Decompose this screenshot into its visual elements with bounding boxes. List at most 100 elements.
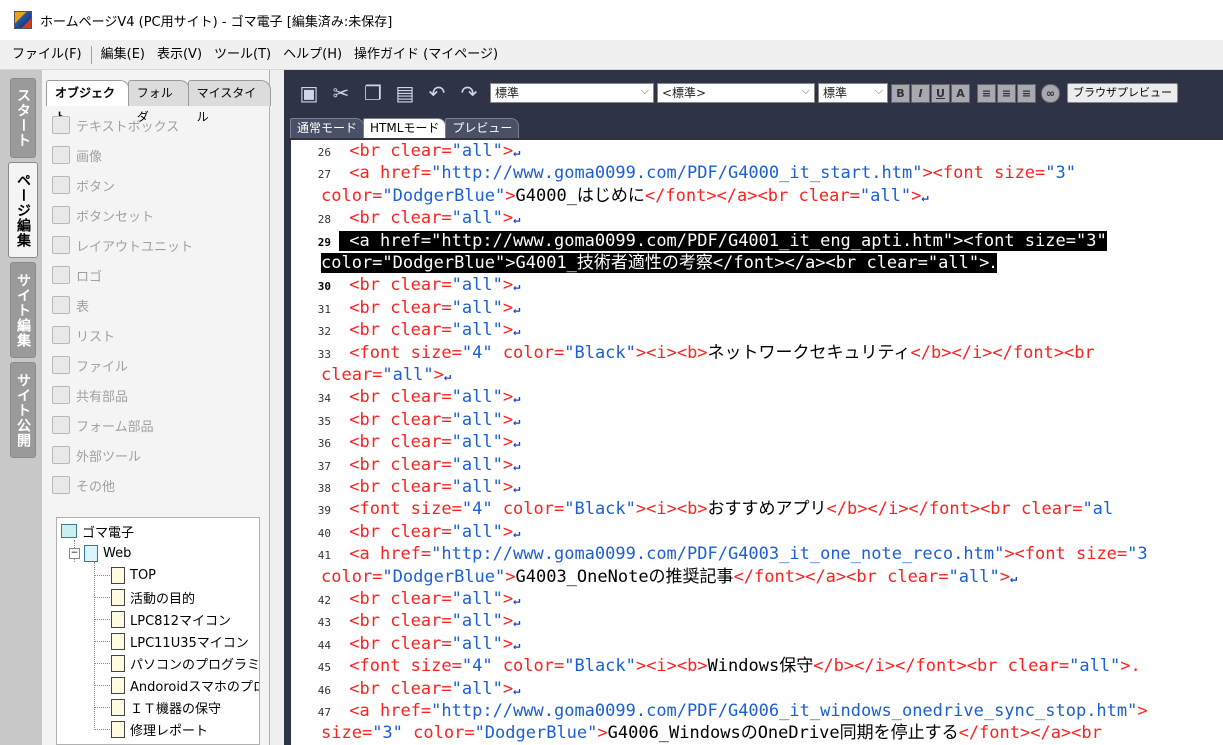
menu-tools[interactable]: ツール(T) xyxy=(208,44,277,66)
code-line[interactable]: 45 <font size="4" color="Black"><i><b>Wi… xyxy=(291,655,1141,677)
object-item[interactable]: ロゴ xyxy=(48,260,260,290)
object-item[interactable]: ファイル xyxy=(48,350,260,380)
object-item[interactable]: 外部ツール xyxy=(48,440,260,470)
code-line[interactable]: 42 <br clear="all">↵ xyxy=(291,588,521,610)
code-line[interactable]: 32 <br clear="all">↵ xyxy=(291,319,521,341)
page-icon xyxy=(111,720,125,738)
code-line[interactable]: 46 <br clear="all">↵ xyxy=(291,678,521,700)
code-line[interactable]: size="3" color="DodgerBlue">G4006_Window… xyxy=(321,722,1102,744)
save-icon[interactable]: ▣ xyxy=(298,82,320,104)
code-line[interactable]: 39 <font size="4" color="Black"><i><b>おす… xyxy=(291,498,1113,520)
menu-bar: ファイル(F) 編集(E) 表示(V) ツール(T) ヘルプ(H) 操作ガイド … xyxy=(0,40,1223,70)
align-right-icon[interactable]: ≡ xyxy=(1017,83,1036,103)
code-line[interactable]: 33 <font size="4" color="Black"><i><b>ネッ… xyxy=(291,342,1095,364)
underline-button[interactable]: U xyxy=(931,83,950,103)
menu-guide[interactable]: 操作ガイド (マイページ) xyxy=(348,44,504,66)
code-token: <font xyxy=(349,656,411,677)
code-token: > xyxy=(502,678,514,699)
code-line[interactable]: 26 <br clear="all">↵ xyxy=(291,140,521,162)
code-line[interactable]: 43 <br clear="all">↵ xyxy=(291,610,521,632)
tree-root[interactable]: ゴマ電子 xyxy=(61,520,134,542)
code-line[interactable]: 41 <a href="http://www.goma0099.com/PDF/… xyxy=(291,543,1148,565)
undo-icon[interactable]: ↶ xyxy=(426,82,448,104)
code-line[interactable]: 29 <a href="http://www.goma0099.com/PDF/… xyxy=(291,230,1107,252)
code-token: "http://www.goma0099.com/PDF/G4001_it_en… xyxy=(431,230,954,251)
tree-page-item[interactable]: TOP xyxy=(111,564,156,586)
object-item[interactable]: 画像 xyxy=(48,140,260,170)
menu-edit[interactable]: 編集(E) xyxy=(95,44,151,66)
tree-page-item[interactable]: 活動の目的 xyxy=(111,586,195,608)
code-line[interactable]: 40 <br clear="all">↵ xyxy=(291,521,521,543)
object-item[interactable]: 表 xyxy=(48,290,260,320)
code-token: "all" xyxy=(927,253,980,273)
italic-button[interactable]: I xyxy=(911,83,930,103)
paste-icon[interactable]: ▤ xyxy=(394,82,416,104)
text-color-button[interactable]: A xyxy=(951,83,970,103)
tree-page-item[interactable]: パソコンのプログラミング xyxy=(111,652,259,674)
object-item[interactable]: テキストボックス xyxy=(48,110,260,140)
code-line[interactable]: 28 <br clear="all">↵ xyxy=(291,207,521,229)
tab-html-mode[interactable]: HTMLモード xyxy=(363,118,447,138)
tab-normal-mode[interactable]: 通常モード xyxy=(290,118,365,138)
tag-select[interactable]: <標準> xyxy=(657,82,815,103)
vtab-start[interactable]: スタート xyxy=(10,78,36,158)
code-line[interactable]: 34 <br clear="all">↵ xyxy=(291,386,521,408)
tab-preview[interactable]: プレビュー xyxy=(445,118,520,138)
object-icon xyxy=(52,296,70,314)
code-line[interactable]: color="DodgerBlue">G4000_はじめに</font></a>… xyxy=(321,185,929,207)
align-left-icon[interactable]: ≡ xyxy=(977,83,996,103)
tab-folders[interactable]: フォルダ xyxy=(127,80,190,124)
tree-page-item[interactable]: ＩＴ機器の保守 xyxy=(111,696,221,718)
object-item[interactable]: フォーム部品 xyxy=(48,410,260,440)
cut-icon[interactable]: ✂ xyxy=(330,82,352,104)
vtab-site-edit[interactable]: サイト編集 xyxy=(10,262,36,358)
code-line[interactable]: 35 <br clear="all">↵ xyxy=(291,409,521,431)
code-line[interactable]: 31 <br clear="all">↵ xyxy=(291,297,521,319)
tree-page-item[interactable]: Andoroidスマホのプロ xyxy=(111,674,259,696)
object-item[interactable]: ボタン xyxy=(48,170,260,200)
code-token: <br xyxy=(349,477,391,497)
style-select[interactable]: 標準 xyxy=(490,82,654,103)
menu-file[interactable]: ファイル(F) xyxy=(6,44,88,66)
copy-icon[interactable]: ❐ xyxy=(362,82,384,104)
code-token: > xyxy=(999,566,1010,587)
code-text: <br clear="all">↵ xyxy=(339,298,520,318)
code-line[interactable]: 36 <br clear="all">↵ xyxy=(291,431,521,453)
code-line[interactable]: 27 <a href="http://www.goma0099.com/PDF/… xyxy=(291,162,1076,184)
tree-page-item[interactable]: LPC812マイコン xyxy=(111,608,231,630)
code-line[interactable]: 37 <br clear="all">↵ xyxy=(291,454,521,476)
html-code-editor[interactable]: 26 <br clear="all">↵ 27 <a href="http://w… xyxy=(291,140,1223,745)
align-center-icon[interactable]: ≡ xyxy=(997,83,1016,103)
code-token: > xyxy=(911,185,922,206)
tab-objects[interactable]: オブジェクト xyxy=(46,80,130,124)
object-item[interactable]: リスト xyxy=(48,320,260,350)
code-line[interactable]: 44 <br clear="all">↵ xyxy=(291,633,521,655)
tab-my-style[interactable]: マイスタイル xyxy=(187,80,271,124)
code-line[interactable]: 47 <a href="http://www.goma0099.com/PDF/… xyxy=(291,700,1148,722)
code-line[interactable]: 38 <br clear="all">↵ xyxy=(291,476,521,498)
code-line[interactable]: color="DodgerBlue">G4003_OneNoteの推奨記事</f… xyxy=(321,566,1017,588)
link-icon[interactable]: ∞ xyxy=(1041,83,1060,103)
code-line[interactable]: 30 <br clear="all">↵ xyxy=(291,274,521,296)
code-token: </b></i></font><br xyxy=(826,499,1022,520)
object-item[interactable]: その他 xyxy=(48,470,260,500)
object-item[interactable]: 共有部品 xyxy=(48,380,260,410)
code-text: <font size="4" color="Black"><i><b>Windo… xyxy=(339,656,1141,676)
collapse-icon[interactable]: − xyxy=(69,547,80,559)
code-token: </font></a><br xyxy=(733,566,888,587)
tree-web[interactable]: − Web xyxy=(69,542,131,564)
redo-icon[interactable]: ↷ xyxy=(458,82,480,104)
object-item[interactable]: レイアウトユニット xyxy=(48,230,260,260)
bold-button[interactable]: B xyxy=(891,83,910,103)
vtab-page-edit[interactable]: ページ編集 xyxy=(8,162,38,258)
object-item[interactable]: ボタンセット xyxy=(48,200,260,230)
tree-page-item[interactable]: LPC11U35マイコン xyxy=(111,630,249,652)
menu-help[interactable]: ヘルプ(H) xyxy=(277,44,348,66)
code-line[interactable]: clear="all">↵ xyxy=(321,364,451,386)
menu-view[interactable]: 表示(V) xyxy=(151,44,208,66)
tree-page-item[interactable]: 修理レポート xyxy=(111,718,208,740)
code-line[interactable]: color="DodgerBlue">G4001_技術者適性の考察</font>… xyxy=(321,252,997,274)
size-select[interactable]: 標準 xyxy=(818,82,888,103)
browser-preview-button[interactable]: ブラウザプレビュー xyxy=(1067,83,1178,103)
vtab-site-publish[interactable]: サイト公開 xyxy=(10,362,36,458)
